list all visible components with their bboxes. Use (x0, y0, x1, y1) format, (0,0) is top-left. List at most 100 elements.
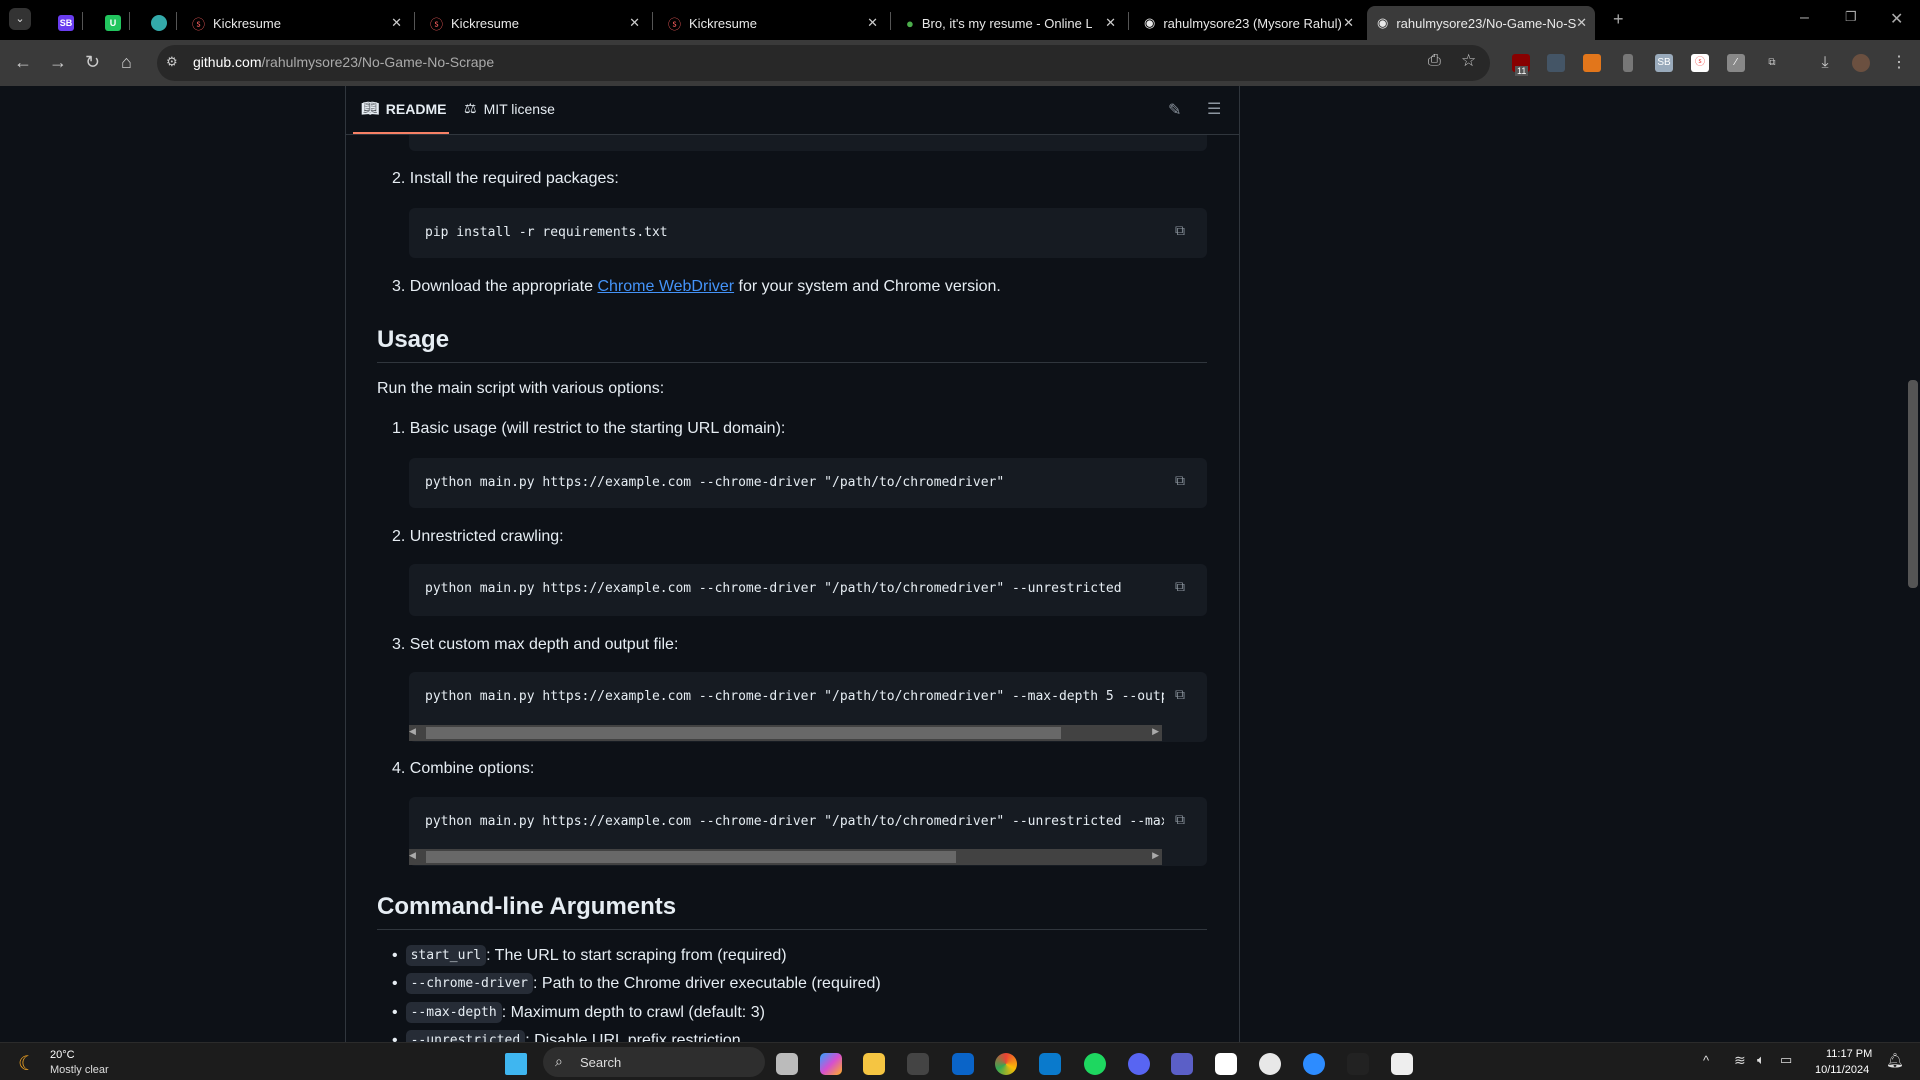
pinned-tab-sb[interactable]: SB (48, 6, 84, 40)
zoom-icon[interactable] (1303, 1053, 1325, 1075)
site-info-icon[interactable]: ⚙ (166, 54, 178, 70)
outlook-icon[interactable] (952, 1053, 974, 1075)
tray-chevron-icon[interactable]: ^ (1703, 1053, 1709, 1068)
extension-sb-icon[interactable]: SB (1655, 54, 1673, 72)
teams-icon[interactable] (1171, 1053, 1193, 1075)
reload-icon[interactable]: ↻ (85, 52, 100, 73)
scrollbar-thumb[interactable] (426, 851, 956, 863)
close-tab-icon[interactable]: ✕ (391, 15, 402, 31)
tab-kickresume-3[interactable]: ⓢ Kickresume ✕ (658, 6, 886, 40)
copy-icon[interactable]: ⧉ (1175, 686, 1191, 702)
extension-metamask-icon[interactable] (1583, 54, 1601, 72)
pinned-tab-teal[interactable] (141, 6, 177, 40)
battery-icon[interactable]: ▭ (1780, 1052, 1792, 1068)
usage-intro: Run the main script with various options… (377, 380, 665, 397)
taskbar-search[interactable]: ⌕ Search (543, 1047, 765, 1077)
tab-license[interactable]: ⚖ MIT license (464, 100, 555, 117)
wifi-icon[interactable]: ≋ (1734, 1052, 1746, 1069)
task-view-icon[interactable] (776, 1053, 798, 1075)
step-download-label: 3. Download the appropriate Chrome WebDr… (392, 278, 1001, 295)
weather-moon-icon[interactable]: ☾ (18, 1051, 36, 1076)
tab-kickresume-1[interactable]: ⓢ Kickresume ✕ (182, 6, 410, 40)
new-tab-button[interactable]: + (1613, 9, 1624, 30)
code-block-basic: python main.py https://example.com --chr… (409, 458, 1207, 508)
minimize-button[interactable]: – (1800, 9, 1809, 27)
menu-kebab-icon[interactable]: ⋮ (1890, 54, 1908, 72)
tab-github-profile[interactable]: ◉ rahulmysore23 (Mysore Rahul) ✕ (1134, 6, 1362, 40)
chrome-webdriver-link[interactable]: Chrome WebDriver (597, 278, 734, 295)
extension-badge: 11 (1515, 66, 1529, 76)
github-icon: ◉ (1144, 15, 1156, 30)
windows-start-icon[interactable] (505, 1053, 527, 1075)
snipping-tool-icon[interactable] (1391, 1053, 1413, 1075)
close-window-button[interactable]: ✕ (1890, 9, 1903, 29)
downloads-icon[interactable]: ⤓ (1816, 54, 1834, 72)
readme-header: 📖︎ README ⚖ MIT license ✎ ☰ (346, 86, 1239, 135)
vscode-icon[interactable] (1039, 1053, 1061, 1075)
copy-icon[interactable]: ⧉ (1175, 811, 1191, 827)
extension-kickresume-icon[interactable]: ⓢ (1691, 54, 1709, 72)
close-tab-icon[interactable]: ✕ (629, 15, 640, 31)
github-icon: ◉ (1377, 15, 1389, 30)
page-scrollbar-thumb[interactable] (1908, 380, 1918, 588)
volume-icon[interactable]: 🔈︎ (1757, 1052, 1765, 1068)
clock-date[interactable]: 10/11/2024 (1815, 1064, 1869, 1076)
tab-readme[interactable]: 📖︎ README (361, 100, 446, 117)
notification-bell-icon[interactable]: 🔔︎ (1886, 1052, 1904, 1069)
close-tab-icon[interactable]: ✕ (1576, 15, 1587, 31)
extension-usb-icon[interactable] (1623, 54, 1633, 72)
app-rm-icon[interactable] (1347, 1053, 1369, 1075)
tab-github-repo[interactable]: ◉ rahulmysore23/No-Game-No-S ✕ (1367, 6, 1595, 40)
usage-item-label: 4. Combine options: (392, 760, 535, 777)
code-block-unrestricted: python main.py https://example.com --chr… (409, 564, 1207, 616)
close-tab-icon[interactable]: ✕ (867, 15, 878, 31)
usage-heading: Usage (377, 326, 1207, 363)
arg-list-item: • --chrome-driver: Path to the Chrome dri… (392, 973, 881, 994)
extension-mask-icon[interactable] (1547, 54, 1565, 72)
scrollbar-thumb[interactable] (426, 727, 1061, 739)
page-scrollbar[interactable] (1905, 86, 1920, 1042)
close-tab-icon[interactable]: ✕ (1105, 15, 1116, 31)
kickresume-icon: ⓢ (668, 16, 682, 32)
restore-button[interactable]: ❐ (1845, 9, 1857, 25)
copy-icon[interactable]: ⧉ (1175, 472, 1191, 488)
discord-icon[interactable] (1128, 1053, 1150, 1075)
usage-item-label: 1. Basic usage (will restrict to the sta… (392, 420, 786, 437)
kickresume-icon: ⓢ (192, 16, 206, 32)
clock-time[interactable]: 11:17 PM (1826, 1048, 1872, 1060)
pinned-tab-u[interactable]: U (95, 6, 131, 40)
usage-item-label: 3. Set custom max depth and output file: (392, 636, 679, 653)
edit-pencil-icon[interactable]: ✎ (1168, 100, 1181, 120)
args-heading: Command-line Arguments (377, 893, 1207, 930)
file-explorer-icon[interactable] (863, 1053, 885, 1075)
notion-icon[interactable] (1215, 1053, 1237, 1075)
arg-list-item: • --max-depth: Maximum depth to crawl (de… (392, 1002, 765, 1023)
code-horizontal-scrollbar[interactable]: ◀ ▶ (409, 725, 1162, 741)
slack-icon[interactable] (1259, 1053, 1281, 1075)
tab-overleaf[interactable]: ● Bro, it's my resume - Online LaT ✕ (896, 6, 1124, 40)
close-tab-icon[interactable]: ✕ (1343, 15, 1354, 31)
forward-icon[interactable]: → (49, 52, 67, 73)
weather-temp[interactable]: 20°C (50, 1049, 75, 1061)
install-app-icon[interactable]: ⎙ (1428, 52, 1441, 70)
home-icon[interactable]: ⌂ (121, 52, 132, 73)
copy-icon[interactable]: ⧉ (1175, 578, 1191, 594)
extension-pen-icon[interactable]: ⁄ (1727, 54, 1745, 72)
back-icon[interactable]: ← (14, 52, 32, 73)
copy-icon[interactable]: ⧉ (1175, 222, 1191, 238)
tab-kickresume-2[interactable]: ⓢ Kickresume ✕ (420, 6, 648, 40)
kickresume-icon: ⓢ (430, 16, 444, 32)
tab-search-button[interactable]: ⌄ (9, 8, 31, 30)
bookmark-star-icon[interactable]: ☆ (1461, 51, 1476, 71)
terminal-icon[interactable] (907, 1053, 929, 1075)
sb-icon: SB (58, 15, 74, 31)
outline-list-icon[interactable]: ☰ (1207, 99, 1221, 119)
weather-desc[interactable]: Mostly clear (50, 1064, 109, 1076)
extensions-puzzle-icon[interactable]: ⧉ (1763, 54, 1781, 72)
url-text[interactable]: github.com/rahulmysore23/No-Game-No-Scra… (193, 54, 494, 70)
profile-avatar[interactable] (1852, 54, 1870, 72)
code-horizontal-scrollbar[interactable]: ◀ ▶ (409, 849, 1162, 865)
chrome-icon[interactable] (995, 1053, 1017, 1075)
spotify-icon[interactable] (1084, 1053, 1106, 1075)
copilot-icon[interactable] (820, 1053, 842, 1075)
